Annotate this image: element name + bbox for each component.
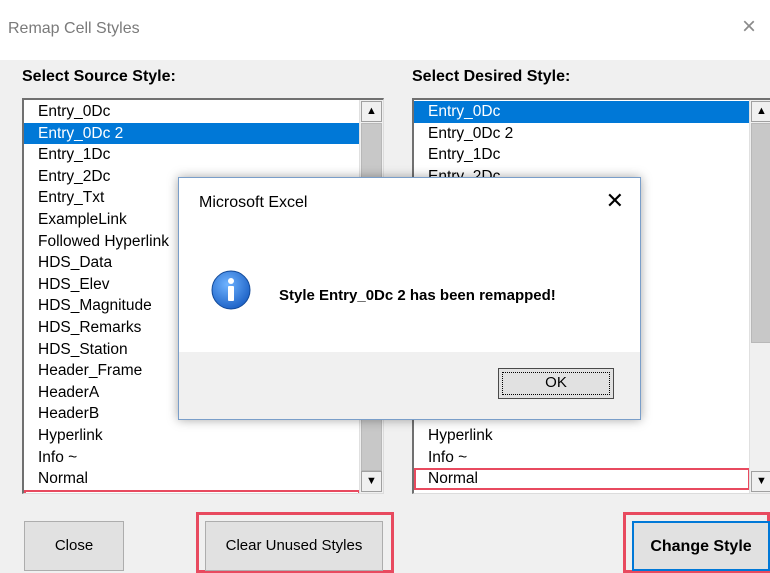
dialog-title: Microsoft Excel <box>199 194 308 211</box>
list-item[interactable]: Hyperlink <box>24 425 360 447</box>
window-close-icon[interactable]: × <box>736 14 762 40</box>
list-item[interactable]: Normal <box>24 468 360 490</box>
list-item[interactable]: Normal <box>414 468 750 490</box>
list-item[interactable]: Hyperlink <box>414 425 750 447</box>
change-style-button[interactable]: Change Style <box>632 521 770 571</box>
scroll-up-icon[interactable]: ▲ <box>751 101 770 122</box>
window-title: Remap Cell Styles <box>8 20 140 37</box>
dialog-message: Style Entry_0Dc 2 has been remapped! <box>279 287 556 304</box>
list-item[interactable]: Info ~ <box>414 447 750 469</box>
source-style-label: Select Source Style: <box>22 68 176 85</box>
list-item[interactable]: Entry_0Dc <box>24 101 360 123</box>
list-item[interactable]: Entry_0Dc 2 <box>24 122 360 145</box>
desired-scrollbar[interactable]: ▲ ▼ <box>749 100 770 493</box>
scroll-down-icon[interactable]: ▼ <box>361 471 382 492</box>
ok-button[interactable]: OK <box>498 368 614 399</box>
focus-ring <box>502 372 610 395</box>
info-icon <box>211 270 251 310</box>
scroll-thumb[interactable] <box>751 123 770 343</box>
close-button[interactable]: Close <box>24 521 124 571</box>
dialog-footer: OK <box>179 352 640 419</box>
message-dialog: Microsoft Excel ✕ Style Entry_0Dc 2 has … <box>178 177 641 420</box>
scroll-down-icon[interactable]: ▼ <box>751 471 770 492</box>
list-item[interactable]: Normal 2 <box>414 490 750 493</box>
list-item[interactable]: Info ~ <box>24 447 360 469</box>
list-item[interactable]: Entry_0Dc 2 <box>414 123 750 145</box>
list-item[interactable]: Entry_1Dc <box>24 144 360 166</box>
list-item[interactable]: Entry_0Dc <box>414 101 750 123</box>
title-bar: Remap Cell Styles × <box>0 0 770 60</box>
list-item[interactable]: Normal 2 <box>24 489 360 493</box>
dialog-close-icon[interactable]: ✕ <box>606 188 624 214</box>
list-item[interactable]: Entry_1Dc <box>414 144 750 166</box>
scroll-up-icon[interactable]: ▲ <box>361 101 382 122</box>
clear-unused-styles-button[interactable]: Clear Unused Styles <box>205 521 383 571</box>
desired-style-label: Select Desired Style: <box>412 68 571 85</box>
